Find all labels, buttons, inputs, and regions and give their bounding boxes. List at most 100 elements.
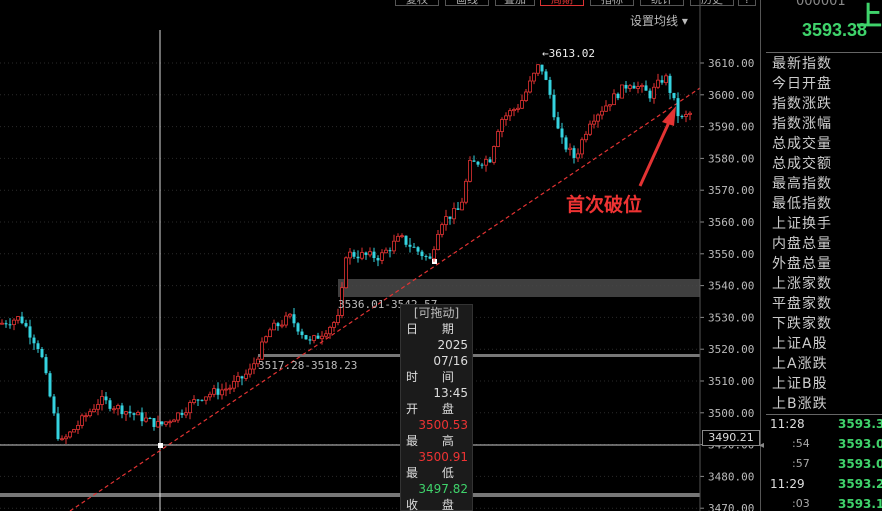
- y-tick-label: 3500.00: [708, 407, 754, 420]
- candle-body: [356, 256, 360, 259]
- candle-body: [456, 208, 460, 210]
- info-box[interactable]: [可拖动] 日 期 2025 07/16 时 间 13:45 开 盘 3500.…: [400, 304, 473, 511]
- quote-label: 内盘总量: [772, 236, 832, 252]
- candle-body: [224, 388, 228, 391]
- info-header[interactable]: [可拖动]: [401, 305, 472, 321]
- candle-body: [268, 329, 272, 338]
- candle-body: [596, 114, 600, 122]
- candle-body: [4, 323, 8, 325]
- candle-body: [664, 75, 668, 84]
- info-year: 2025: [437, 338, 468, 352]
- info-open: 3500.53: [418, 418, 468, 432]
- candle-body: [408, 244, 412, 247]
- candle-body: [164, 421, 168, 425]
- candle-body: [72, 429, 76, 433]
- candle-body: [324, 333, 328, 337]
- quote-panel: 000001 上 3593.38 最新指数 今日开盘 指数涨跌 指数涨幅 总成交量 总成交…: [766, 0, 882, 511]
- candle-body: [204, 396, 208, 401]
- candle-body: [460, 201, 464, 211]
- candle-body: [124, 411, 128, 415]
- tick-list: 11:28 3593.3:54 3593.0:57 3593.0 11:29 3593.2…: [766, 414, 882, 511]
- candle-body: [616, 93, 620, 99]
- support-zone-2: [258, 354, 700, 357]
- candle-body: [312, 335, 316, 341]
- candle-body: [584, 133, 588, 141]
- tick-time: 11:28: [770, 417, 805, 431]
- candle-body: [636, 86, 640, 89]
- quote-label: 最低指数: [772, 196, 832, 212]
- candle-body: [260, 341, 264, 360]
- candle-body: [108, 400, 112, 409]
- candle-body: [216, 388, 220, 395]
- candle-body: [592, 120, 596, 125]
- tick-price: 3593.3: [838, 417, 882, 431]
- candle-body: [504, 115, 508, 120]
- candle-body: [56, 413, 60, 440]
- collapse-arrow-icon[interactable]: ◂: [759, 440, 765, 464]
- candle-body: [272, 322, 276, 331]
- info-date-label: 日 期: [406, 322, 464, 336]
- candle-body: [496, 131, 500, 147]
- candle-body: [476, 161, 480, 165]
- candle-body: [292, 314, 296, 324]
- info-low: 3497.82: [418, 482, 468, 496]
- quote-label: 上证B股: [772, 376, 828, 392]
- candle-body: [660, 80, 664, 83]
- candle-body: [392, 240, 396, 252]
- quote-label: 最新指数: [772, 56, 832, 72]
- tick-price: 3593.2: [838, 477, 882, 491]
- candle-body: [376, 258, 380, 261]
- candle-body: [168, 421, 172, 424]
- candle-body: [12, 319, 16, 326]
- candle-body: [16, 316, 20, 321]
- candle-body: [648, 90, 652, 99]
- candle-body: [232, 381, 236, 389]
- candle-body: [208, 393, 212, 398]
- info-open-label: 开 盘: [406, 402, 464, 416]
- y-tick-label: 3590.00: [708, 121, 754, 134]
- y-tick-label: 3580.00: [708, 152, 754, 165]
- candle-body: [608, 104, 612, 107]
- candle-body: [332, 322, 336, 328]
- candle-body: [364, 252, 368, 255]
- candle-body: [328, 326, 332, 335]
- candle-body: [464, 180, 468, 203]
- candle-body: [44, 357, 48, 374]
- annotation-arrow: [638, 119, 672, 187]
- quote-label: 上涨家数: [772, 276, 832, 292]
- candle-body: [156, 421, 160, 428]
- quote-label: 外盘总量: [772, 256, 832, 272]
- candle-body: [388, 250, 392, 252]
- candle-body: [180, 412, 184, 415]
- candle-body: [444, 216, 448, 226]
- tick-row: 11:28 3593.3: [766, 414, 882, 434]
- candle-body: [0, 322, 4, 325]
- candle-body: [304, 335, 308, 340]
- tick-sec: :03: [792, 497, 810, 510]
- kline-chart[interactable]: 3536.01-3542.57 3517.28-3518.23 ←3613.02…: [0, 0, 760, 511]
- candle-body: [360, 252, 364, 259]
- candle-body: [188, 402, 192, 414]
- candle-body: [152, 418, 156, 427]
- candle-body: [628, 85, 632, 89]
- candle-body: [32, 337, 36, 344]
- candle-body: [536, 64, 540, 74]
- candle-body: [76, 425, 80, 430]
- candle-body: [68, 431, 72, 438]
- candle-body: [556, 117, 560, 129]
- candle-body: [24, 323, 28, 327]
- tick-price: 3593.1: [838, 497, 882, 511]
- candle-body: [432, 249, 436, 260]
- candle-body: [308, 339, 312, 341]
- candle-body: [64, 436, 68, 440]
- candle-body: [688, 112, 692, 115]
- candle-body: [228, 387, 232, 390]
- candle-body: [436, 233, 440, 251]
- candle-body: [640, 85, 644, 87]
- candle-body: [600, 110, 604, 116]
- tick-price: 3593.0: [838, 437, 882, 451]
- candle-body: [368, 251, 372, 256]
- candle-body: [572, 148, 576, 158]
- quote-label: 上证A股: [772, 336, 828, 352]
- candle-body: [36, 343, 40, 349]
